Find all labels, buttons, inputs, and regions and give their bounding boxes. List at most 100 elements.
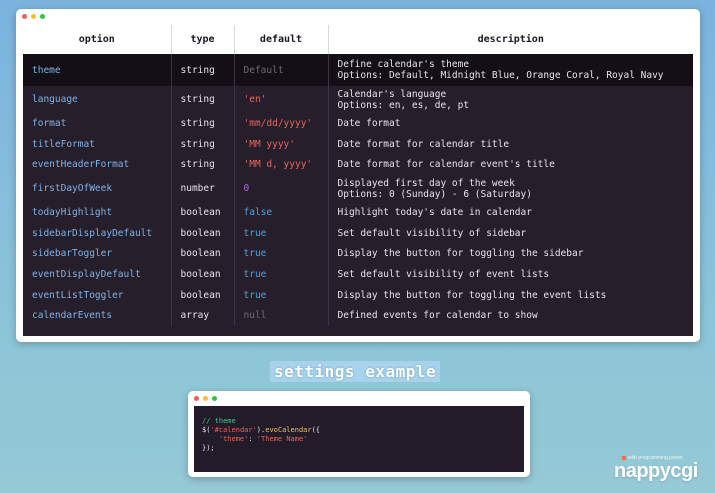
option-description-cell: Set default visibility of sidebar: [327, 222, 693, 244]
option-type-cell: string: [170, 86, 234, 113]
table-row: eventHeaderFormat string 'MM d, yyyy' Date …: [23, 154, 693, 176]
table-row: theme string Default Define calendar's them…: [23, 54, 693, 86]
option-default-cell: true: [233, 222, 328, 244]
section-caption: settings example: [270, 361, 441, 382]
option-description-cell: Date format for calendar title: [327, 133, 693, 155]
option-name-cell: eventDisplayDefault: [32, 268, 141, 280]
column-header-option: option: [23, 25, 171, 54]
minimize-dot-icon[interactable]: [203, 396, 208, 401]
option-type-cell: boolean: [170, 284, 234, 306]
code-token: ).: [256, 426, 266, 434]
brand-logo: with programming power nappycgi: [614, 455, 709, 488]
option-description-cell: Set default visibility of event lists: [327, 264, 693, 285]
table-row: format string'mm/dd/yyyy' Date format: [23, 113, 693, 134]
description-line: Set default visibility of sidebar: [337, 227, 527, 239]
option-default-cell: true: [233, 243, 328, 265]
column-header-type: type: [170, 25, 234, 54]
description-line: Options: en, es, de, pt: [337, 99, 470, 111]
option-default-cell: false: [233, 202, 328, 223]
table-row: eventDisplayDefault boolean true Set defaul…: [23, 264, 693, 285]
option-name-cell: format: [32, 117, 67, 129]
code-token: '#calendar': [210, 426, 257, 434]
description-line: Define calendar's theme: [337, 59, 470, 70]
code-token: 'theme': [218, 435, 249, 443]
option-type-cell: array: [170, 305, 234, 327]
table-row: calendarEvents array null Defined events fo…: [23, 305, 693, 327]
option-default-cell: 'MM yyyy': [233, 133, 328, 155]
code-token: evoCalendar: [265, 426, 312, 434]
option-default-cell: true: [233, 284, 328, 306]
maximize-dot-icon[interactable]: [40, 14, 45, 19]
description-line: Defined events for calendar to show: [337, 310, 538, 322]
code-token: 'Theme Name': [256, 435, 308, 443]
option-description-cell: Highlight today's date in calendar: [327, 202, 693, 223]
option-name-cell: theme: [23, 54, 171, 86]
option-default-cell: 'MM d, yyyy': [233, 154, 328, 176]
table-row: titleFormat string 'MM yyyy' Date format fo…: [23, 133, 693, 155]
option-description-cell: Define calendar's theme Options: Default,…: [327, 54, 693, 86]
window-controls: [194, 396, 217, 401]
description-line: Date format for calendar event's title: [337, 159, 555, 171]
option-default-cell: 'mm/dd/yyyy': [233, 113, 328, 134]
option-type-cell: string: [170, 154, 234, 176]
window-controls: [22, 14, 45, 19]
options-table-body: theme string Default Define calendar's them…: [23, 54, 693, 327]
close-dot-icon[interactable]: [22, 14, 27, 19]
options-table: option type default description theme str…: [23, 25, 693, 327]
table-row: language string'en' Calendar's language Opt…: [23, 86, 693, 113]
option-name-cell: eventListToggler: [32, 289, 124, 301]
code-line: $('#calendar').evoCalendar({: [202, 426, 516, 435]
option-description-cell: Date format for calendar event's title: [327, 154, 693, 176]
option-type-cell: string: [170, 113, 234, 134]
option-description-cell: Calendar's language Options: en, es, de, …: [327, 86, 693, 113]
option-default-cell: 'en': [233, 86, 328, 113]
description-line: Set default visibility of event lists: [337, 268, 550, 280]
description-line: Date format: [337, 117, 401, 129]
description-line: Display the button for toggling the side…: [337, 248, 584, 260]
table-row: firstDayOfWeek number 0 Displayed first day…: [23, 175, 693, 203]
option-name-cell: sidebarDisplayDefault: [32, 227, 153, 239]
option-description-cell: Display the button for toggling the even…: [327, 284, 693, 306]
description-line: Calendar's language: [337, 88, 447, 100]
description-line: Displayed first day of the week: [337, 177, 515, 189]
close-dot-icon[interactable]: [194, 396, 199, 401]
code-line: 'theme': 'Theme Name': [202, 435, 516, 444]
brand-name: nappycgi: [614, 460, 698, 482]
option-type-cell: boolean: [170, 202, 234, 223]
option-type-cell: boolean: [170, 243, 234, 265]
code-block: // theme $('#calendar').evoCalendar({ 'th…: [194, 406, 524, 472]
minimize-dot-icon[interactable]: [31, 14, 36, 19]
column-header-description: description: [327, 25, 693, 54]
table-row: todayHighlight boolean false Highlight toda…: [23, 202, 693, 223]
description-line: Options: 0 (Sunday) - 6 (Saturday): [337, 188, 532, 200]
option-default-cell: Default: [233, 54, 328, 86]
option-name-cell: firstDayOfWeek: [32, 183, 113, 195]
option-type-cell: boolean: [170, 264, 234, 285]
table-row: sidebarDisplayDefault boolean true Set defa…: [23, 222, 693, 244]
code-line: });: [202, 444, 516, 453]
option-default-cell: null: [233, 305, 328, 327]
option-name-cell: todayHighlight: [32, 206, 113, 218]
table-row: sidebarToggler boolean true Display the but…: [23, 243, 693, 265]
option-name-cell: titleFormat: [32, 138, 95, 150]
option-name-cell: sidebarToggler: [32, 248, 113, 260]
code-token: // theme: [202, 417, 236, 425]
option-type-cell: string: [170, 133, 234, 155]
option-name-cell: eventHeaderFormat: [32, 159, 130, 171]
code-token: :: [248, 435, 257, 443]
option-description-cell: Displayed first day of the week Options: …: [327, 175, 693, 203]
table-header-row: option type default description: [23, 25, 693, 54]
options-table-container: option type default description theme str…: [23, 25, 693, 336]
option-default-cell: true: [233, 264, 328, 285]
description-line: Highlight today's date in calendar: [337, 206, 532, 218]
option-name-cell: language: [32, 94, 78, 105]
maximize-dot-icon[interactable]: [212, 396, 217, 401]
table-row: eventListToggler boolean true Display the b…: [23, 284, 693, 306]
option-type-cell: boolean: [170, 222, 234, 244]
option-type-cell: string: [170, 54, 234, 86]
code-token: ({: [311, 426, 321, 434]
description-line: Display the button for toggling the even…: [337, 289, 607, 301]
code-token: });: [202, 444, 215, 452]
column-header-default: default: [233, 25, 328, 54]
